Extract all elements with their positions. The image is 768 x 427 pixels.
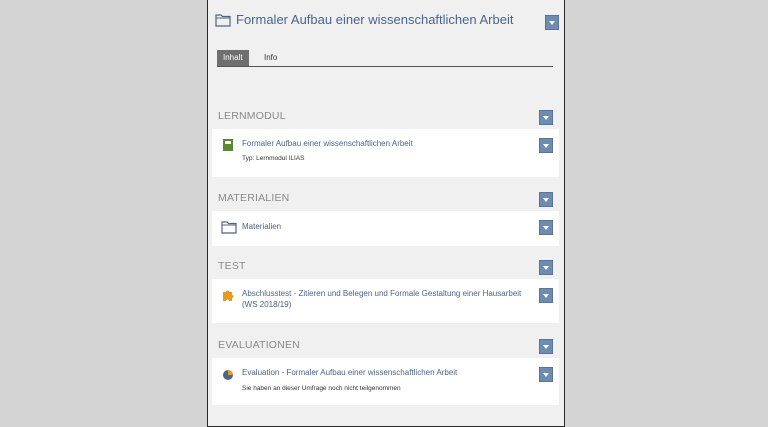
lernmodul-link[interactable]: Formaler Aufbau einer wissenschaftlichen… xyxy=(242,138,531,149)
caret-down-icon xyxy=(543,115,549,120)
folder-icon xyxy=(221,220,237,234)
test-link[interactable]: Abschlusstest - Zitieren und Belegen und… xyxy=(242,288,531,310)
caret-down-icon xyxy=(543,143,549,148)
section-title-lernmodul: LERNMODUL xyxy=(218,110,286,122)
materialien-actions-dropdown[interactable] xyxy=(539,220,553,235)
section-title-evaluationen: EVALUATIONEN xyxy=(218,339,300,351)
tab-bar: Inhalt Info xyxy=(217,50,553,67)
learning-module-icon xyxy=(221,138,235,152)
caret-down-icon xyxy=(543,344,549,349)
survey-pie-icon xyxy=(221,368,235,382)
list-item-lernmodul: Formaler Aufbau einer wissenschaftlichen… xyxy=(212,129,559,177)
section-lernmodul-dropdown[interactable] xyxy=(539,110,553,125)
list-item-evaluation: Evaluation - Formaler Aufbau einer wisse… xyxy=(212,358,559,405)
page-title: Formaler Aufbau einer wissenschaftlichen… xyxy=(236,12,514,27)
evaluation-actions-dropdown[interactable] xyxy=(539,367,553,382)
lernmodul-actions-dropdown[interactable] xyxy=(539,138,553,153)
item-type-label: Typ: Lernmodul ILIAS xyxy=(242,155,305,162)
evaluation-link[interactable]: Evaluation - Formaler Aufbau einer wisse… xyxy=(242,367,531,378)
tab-inhalt[interactable]: Inhalt xyxy=(217,50,249,66)
survey-status-label: Sie haben an dieser Umfrage noch nicht t… xyxy=(242,385,401,392)
header-actions-dropdown[interactable] xyxy=(545,15,559,30)
caret-down-icon xyxy=(543,265,549,270)
caret-down-icon xyxy=(543,372,549,377)
folder-icon xyxy=(215,13,231,27)
tab-info[interactable]: Info xyxy=(258,50,283,66)
container-panel: Formaler Aufbau einer wissenschaftlichen… xyxy=(207,0,565,427)
caret-down-icon xyxy=(543,293,549,298)
section-test-dropdown[interactable] xyxy=(539,260,553,275)
caret-down-icon xyxy=(549,20,555,25)
section-title-test: TEST xyxy=(218,260,246,272)
materialien-link[interactable]: Materialien xyxy=(242,221,531,232)
section-materialien-dropdown[interactable] xyxy=(539,192,553,207)
list-item-materialien: Materialien xyxy=(212,211,559,246)
page-header: Formaler Aufbau einer wissenschaftlichen… xyxy=(208,0,564,44)
section-evaluationen-dropdown[interactable] xyxy=(539,339,553,354)
list-item-test: Abschlusstest - Zitieren und Belegen und… xyxy=(212,279,559,323)
puzzle-icon xyxy=(221,288,235,302)
caret-down-icon xyxy=(543,197,549,202)
caret-down-icon xyxy=(543,225,549,230)
test-actions-dropdown[interactable] xyxy=(539,288,553,303)
section-title-materialien: MATERIALIEN xyxy=(218,192,290,204)
